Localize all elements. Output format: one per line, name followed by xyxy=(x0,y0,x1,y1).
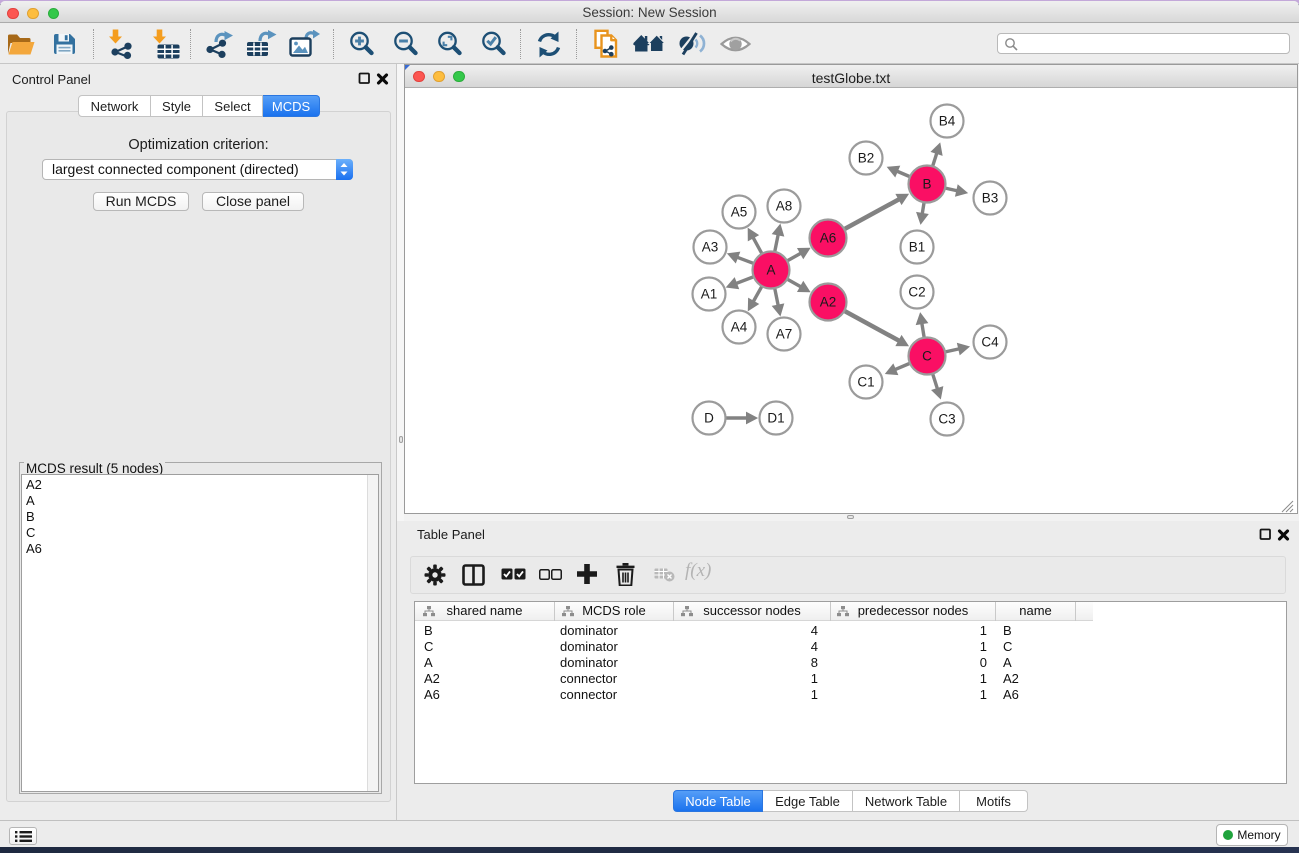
svg-text:B: B xyxy=(922,177,931,192)
svg-text:A1: A1 xyxy=(701,287,718,302)
svg-text:A: A xyxy=(766,263,775,278)
svg-text:A2: A2 xyxy=(820,295,837,310)
svg-text:B2: B2 xyxy=(858,151,875,166)
svg-text:B3: B3 xyxy=(982,191,999,206)
svg-text:C2: C2 xyxy=(908,285,925,300)
svg-text:C1: C1 xyxy=(857,375,874,390)
svg-text:A8: A8 xyxy=(776,199,793,214)
svg-text:B4: B4 xyxy=(939,114,956,129)
svg-text:C4: C4 xyxy=(981,335,999,350)
svg-text:A7: A7 xyxy=(776,327,793,342)
svg-text:A4: A4 xyxy=(731,320,748,335)
svg-text:D: D xyxy=(704,411,714,426)
svg-text:C: C xyxy=(922,349,932,364)
svg-text:C3: C3 xyxy=(938,412,955,427)
svg-text:B1: B1 xyxy=(909,240,926,255)
svg-text:D1: D1 xyxy=(767,411,784,426)
svg-text:A3: A3 xyxy=(702,240,719,255)
svg-text:A5: A5 xyxy=(731,205,748,220)
svg-text:A6: A6 xyxy=(820,231,837,246)
